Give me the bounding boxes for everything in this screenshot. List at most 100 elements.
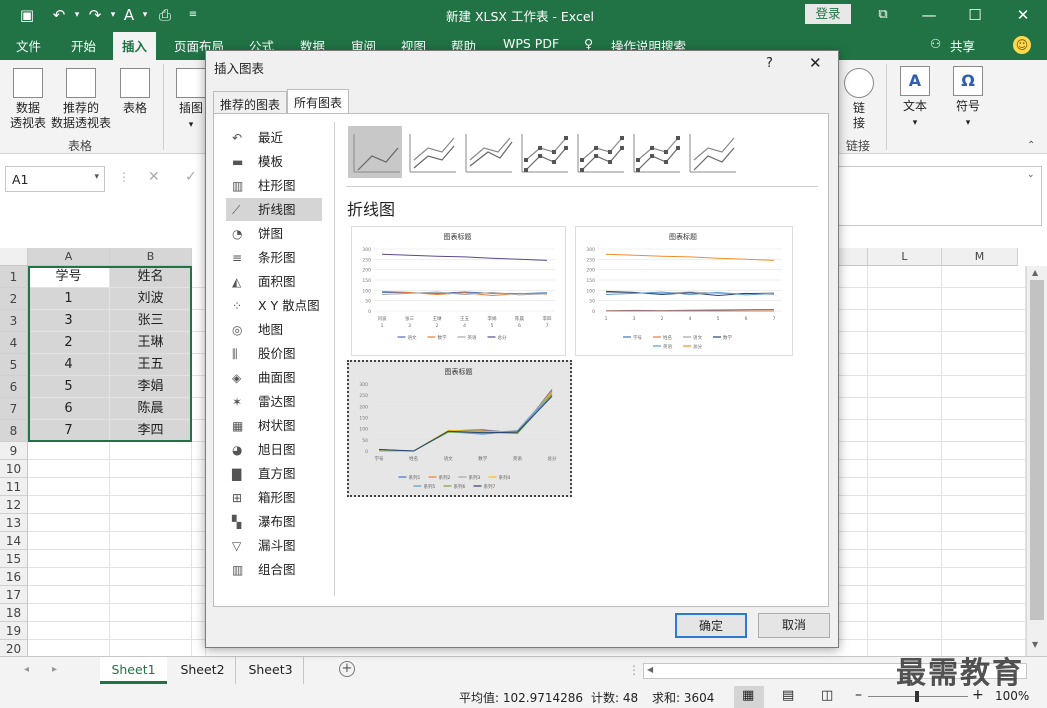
grid-cell[interactable] [868, 288, 942, 310]
grid-cell[interactable] [942, 622, 1026, 640]
table-cell[interactable] [28, 640, 110, 656]
grid-cell[interactable] [868, 266, 942, 288]
grid-cell[interactable] [868, 550, 942, 568]
table-cell[interactable] [110, 640, 192, 656]
format-dropdown-icon[interactable]: ▾ [134, 4, 156, 26]
subtype-percent-stacked-line[interactable] [460, 126, 514, 178]
grid-cell[interactable] [838, 568, 868, 586]
table-cell[interactable] [110, 460, 192, 478]
column-header-m[interactable]: M [942, 248, 1018, 266]
scroll-left-icon[interactable]: ◀ [647, 665, 653, 674]
recommended-pivot-button[interactable]: 推荐的 数据透视表 [50, 68, 112, 131]
grid-cell[interactable] [192, 640, 206, 656]
link-button[interactable]: 链 接 [842, 68, 876, 131]
grid-cell[interactable] [838, 460, 868, 478]
subtype-stacked-line-markers[interactable] [572, 126, 626, 178]
subtype-stacked-line[interactable] [404, 126, 458, 178]
chevron-down-icon[interactable]: ▾ [94, 172, 99, 182]
symbol-button[interactable]: Ω 符号 ▾ [950, 66, 986, 131]
subtype-3d-line[interactable] [684, 126, 738, 178]
grid-cell[interactable] [868, 398, 942, 420]
close-dialog-icon[interactable]: ✕ [809, 54, 822, 72]
table-cell[interactable] [28, 442, 110, 460]
subtype-percent-stacked-line-markers[interactable] [628, 126, 682, 178]
grid-cell[interactable] [868, 376, 942, 398]
grid-cell[interactable] [838, 420, 868, 442]
zoom-in-icon[interactable]: + [972, 687, 984, 703]
row-header[interactable]: 12 [0, 496, 28, 514]
chart-category-item[interactable]: ◈ 曲面图 [226, 366, 322, 389]
row-header[interactable]: 15 [0, 550, 28, 568]
chart-category-item[interactable]: ▦ 树状图 [226, 414, 322, 437]
grid-cell[interactable] [192, 550, 206, 568]
collapse-ribbon-icon[interactable]: ⌃ [1027, 140, 1035, 151]
scroll-up-icon[interactable]: ▲ [1032, 268, 1038, 277]
grid-cell[interactable] [192, 496, 206, 514]
grid-cell[interactable] [868, 496, 942, 514]
ribbon-display-icon[interactable]: ⧉ [872, 4, 894, 26]
chart-category-item[interactable]: ◕ 旭日图 [226, 438, 322, 461]
chart-category-item[interactable]: ⫼ 股价图 [226, 342, 322, 365]
table-cell[interactable] [28, 568, 110, 586]
ok-button[interactable]: 确定 [675, 613, 747, 638]
row-header[interactable]: 3 [0, 310, 28, 332]
pivot-table-button[interactable]: 数据 透视表 [8, 68, 48, 131]
row-header[interactable]: 17 [0, 586, 28, 604]
row-header[interactable]: 4 [0, 332, 28, 354]
grid-cell[interactable] [868, 420, 942, 442]
grid-cell[interactable] [942, 586, 1026, 604]
grid-cell[interactable] [942, 398, 1026, 420]
row-header[interactable]: 8 [0, 420, 28, 442]
table-cell[interactable] [28, 496, 110, 514]
grid-cell[interactable] [192, 288, 206, 310]
grid-cell[interactable] [192, 376, 206, 398]
grid-cell[interactable] [192, 478, 206, 496]
chart-category-item[interactable]: ▥ 柱形图 [226, 174, 322, 197]
grid-cell[interactable] [192, 460, 206, 478]
grid-cell[interactable] [192, 604, 206, 622]
help-button[interactable]: ? [766, 56, 773, 71]
grid-cell[interactable] [868, 442, 942, 460]
grid-cell[interactable] [192, 622, 206, 640]
confirm-entry-icon[interactable]: ✓ [185, 169, 197, 185]
share-button[interactable]: 共享 [950, 36, 975, 55]
table-cell[interactable] [28, 514, 110, 532]
column-header-a[interactable]: A [28, 248, 110, 266]
chart-category-item[interactable]: ◔ 饼图 [226, 222, 322, 245]
chart-preview-1[interactable]: 图表标题 300 250 200 150 100 50 0 刘波 1 张三 3 王琳 2 王五 4 李娟 5 陈晨 6… [351, 226, 566, 356]
tab-file[interactable]: 文件 [16, 36, 41, 55]
chart-category-item[interactable]: ▇ 直方图 [226, 462, 322, 485]
grid-cell[interactable] [192, 332, 206, 354]
grid-cell[interactable] [838, 398, 868, 420]
table-cell[interactable] [28, 622, 110, 640]
grid-cell[interactable] [942, 288, 1026, 310]
name-box[interactable]: A1 ▾ [5, 166, 105, 192]
grid-cell[interactable] [192, 568, 206, 586]
minimize-icon[interactable]: — [918, 4, 940, 26]
grid-cell[interactable] [942, 460, 1026, 478]
chart-preview-3[interactable]: 图表标题 300 250 200 150 100 50 0 学号 姓名 语文 数学 英语 总分 系列1 系列2… [347, 360, 572, 497]
vertical-scrollbar[interactable]: ▲ ▼ [1026, 266, 1047, 656]
grid-cell[interactable] [192, 442, 206, 460]
grid-cell[interactable] [868, 478, 942, 496]
grid-cell[interactable] [192, 266, 206, 288]
grid-cell[interactable] [868, 622, 942, 640]
grid-cell[interactable] [942, 532, 1026, 550]
table-cell[interactable] [110, 442, 192, 460]
tab-home[interactable]: 开始 [71, 36, 96, 55]
select-all-corner[interactable] [0, 248, 28, 266]
illustrations-button[interactable]: 插图 ▾ [174, 68, 208, 133]
grid-cell[interactable] [838, 622, 868, 640]
grid-cell[interactable] [868, 568, 942, 586]
grid-cell[interactable] [838, 310, 868, 332]
table-cell[interactable] [110, 550, 192, 568]
chart-category-item[interactable]: ≡ 条形图 [226, 246, 322, 269]
chart-category-item[interactable]: ▬ 模板 [226, 150, 322, 173]
row-header[interactable]: 11 [0, 478, 28, 496]
table-cell[interactable] [110, 532, 192, 550]
grid-cell[interactable] [942, 266, 1026, 288]
grid-cell[interactable] [192, 354, 206, 376]
table-cell[interactable] [28, 604, 110, 622]
table-cell[interactable] [110, 586, 192, 604]
row-header[interactable]: 2 [0, 288, 28, 310]
